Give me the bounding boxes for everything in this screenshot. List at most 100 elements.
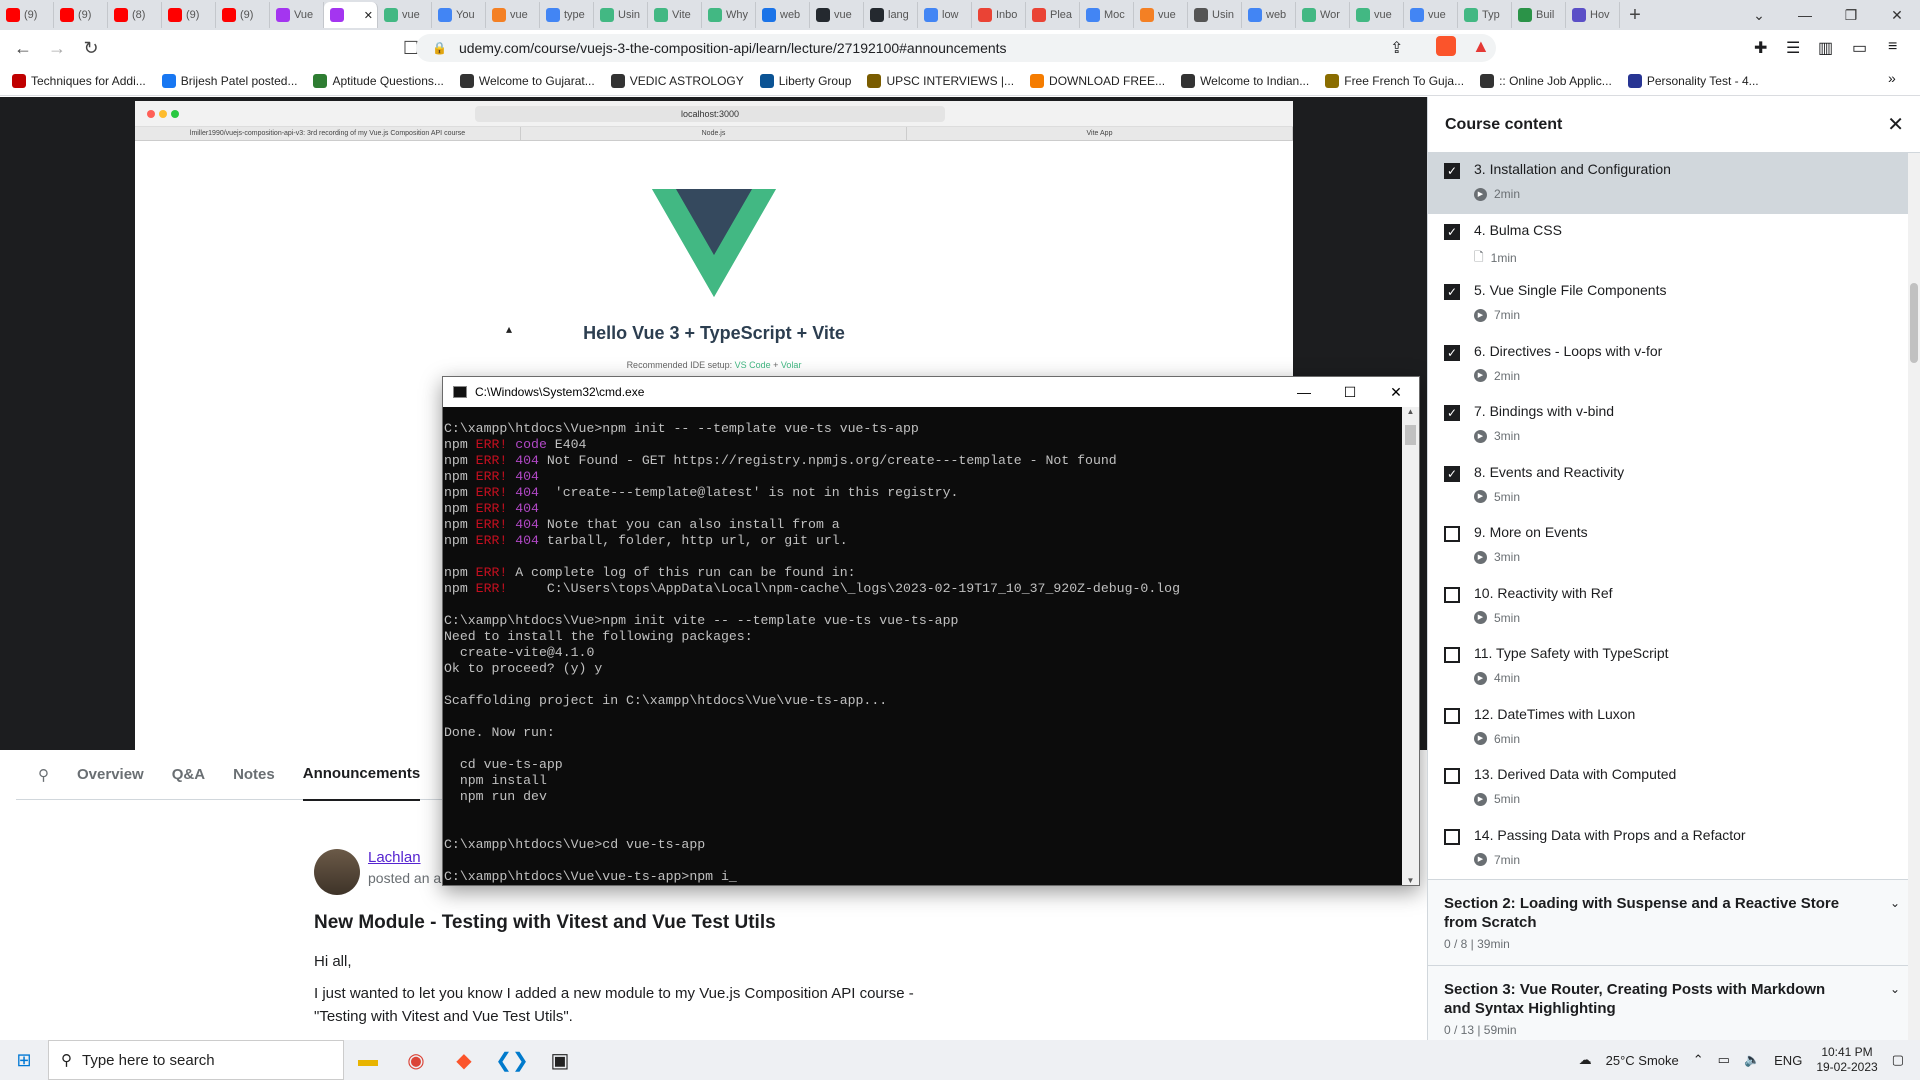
lecture-checkbox[interactable]: ✓ <box>1444 163 1460 179</box>
back-icon[interactable]: ← <box>6 33 40 63</box>
browser-tab[interactable]: lang <box>864 2 918 28</box>
menu-icon[interactable]: ≡ <box>1888 38 1897 56</box>
close-panel-icon[interactable]: ✕ <box>1887 112 1904 137</box>
cmd-titlebar[interactable]: C:\Windows\System32\cmd.exe — ☐ ✕ <box>443 377 1419 407</box>
lecture-checkbox[interactable]: ✓ <box>1444 405 1460 421</box>
browser-tab[interactable]: Why <box>702 2 756 28</box>
chevron-down-icon[interactable]: ⌄ <box>1890 982 1900 996</box>
wallet-icon[interactable]: ▭ <box>1852 38 1867 58</box>
browser-tab[interactable]: web <box>1242 2 1296 28</box>
search-icon[interactable]: ⚲ <box>38 766 49 784</box>
new-tab-button[interactable]: + <box>1620 4 1650 27</box>
lecture-item[interactable]: ✓ 7. Bindings with v-bind ▶ 3min <box>1428 395 1920 456</box>
brave-icon[interactable]: ◆ <box>440 1040 488 1080</box>
browser-tab[interactable]: vue <box>1134 2 1188 28</box>
panel-scrollbar[interactable] <box>1908 153 1920 1041</box>
taskbar-search[interactable]: ⚲ Type here to search <box>48 1040 344 1080</box>
sidebar-icon[interactable]: ▥ <box>1818 38 1833 58</box>
browser-tab[interactable]: vue <box>378 2 432 28</box>
browser-tab[interactable]: low <box>918 2 972 28</box>
extensions-icon[interactable]: ✚ <box>1754 38 1767 58</box>
browser-tab[interactable]: Usin <box>594 2 648 28</box>
browser-tab[interactable]: Vue <box>270 2 324 28</box>
course-section[interactable]: Section 2: Loading with Suspense and a R… <box>1428 879 1920 965</box>
reload-icon[interactable]: ↻ <box>74 33 108 63</box>
course-section[interactable]: Section 3: Vue Router, Creating Posts wi… <box>1428 965 1920 1051</box>
scroll-up-icon[interactable]: ▲ <box>1402 407 1419 416</box>
restore-icon[interactable]: ❐ <box>1828 0 1874 30</box>
language-indicator[interactable]: ENG <box>1774 1053 1802 1068</box>
bookmark-item[interactable]: UPSC INTERVIEWS |... <box>867 73 1014 88</box>
cmd-close-icon[interactable]: ✕ <box>1373 377 1419 407</box>
bookmarks-overflow-icon[interactable]: » <box>1888 70 1896 86</box>
avatar[interactable] <box>314 849 360 895</box>
scroll-down-icon[interactable]: ▼ <box>1402 876 1419 885</box>
bookmark-item[interactable]: Free French To Guja... <box>1325 73 1464 88</box>
tab-overview[interactable]: Overview <box>77 749 144 800</box>
browser-tab[interactable]: vue <box>1404 2 1458 28</box>
cmd-scroll-thumb[interactable] <box>1405 425 1416 445</box>
browser-tab[interactable]: Wor <box>1296 2 1350 28</box>
browser-tab[interactable]: (9) <box>216 2 270 28</box>
bookmark-item[interactable]: Liberty Group <box>759 73 851 88</box>
cmd-maximize-icon[interactable]: ☐ <box>1327 377 1373 407</box>
browser-tab[interactable]: vue <box>1350 2 1404 28</box>
lecture-item[interactable]: 11. Type Safety with TypeScript ▶ 4min <box>1428 637 1920 698</box>
close-icon[interactable]: ✕ <box>1874 0 1920 30</box>
tab-notes[interactable]: Notes <box>233 749 275 800</box>
file-explorer-icon[interactable]: ▬ <box>344 1040 392 1080</box>
browser-tab[interactable]: (9) <box>0 2 54 28</box>
lecture-checkbox[interactable]: ✓ <box>1444 223 1460 240</box>
browser-tab[interactable]: Buil <box>1512 2 1566 28</box>
bookmark-item[interactable]: Welcome to Indian... <box>1181 73 1309 88</box>
brave-shield-icon[interactable] <box>1436 36 1456 56</box>
cmd-minimize-icon[interactable]: — <box>1281 377 1327 407</box>
playlist-icon[interactable]: ☰ <box>1786 38 1800 58</box>
lecture-checkbox[interactable]: ✓ <box>1444 465 1460 482</box>
browser-tab[interactable]: Hov <box>1566 2 1620 28</box>
bookmark-item[interactable]: :: Online Job Applic... <box>1480 73 1612 88</box>
notification-icon[interactable]: ▢ <box>1892 1052 1904 1068</box>
bookmark-item[interactable]: Personality Test - 4... <box>1627 73 1759 88</box>
browser-tab[interactable]: vue <box>486 2 540 28</box>
browser-tab[interactable]: (8) <box>108 2 162 28</box>
browser-tab[interactable]: Vite <box>648 2 702 28</box>
lecture-checkbox[interactable] <box>1444 768 1460 784</box>
bookmark-item[interactable]: VEDIC ASTROLOGY <box>610 73 744 88</box>
volume-icon[interactable]: 🔈 <box>1744 1052 1760 1068</box>
lecture-checkbox[interactable]: ✓ <box>1444 284 1460 300</box>
lecture-item[interactable]: ✓ 4. Bulma CSS 🗋 1min <box>1428 214 1920 275</box>
cmd-output[interactable]: C:\xampp\htdocs\Vue>npm init -- --templa… <box>443 407 1403 885</box>
tray-chevron-icon[interactable]: ⌃ <box>1693 1052 1704 1068</box>
lecture-checkbox[interactable] <box>1444 647 1460 663</box>
tab-close-icon[interactable]: ✕ <box>364 9 373 22</box>
chrome-icon[interactable]: ◉ <box>392 1040 440 1080</box>
browser-tab[interactable]: Inbo <box>972 2 1026 28</box>
browser-tab[interactable]: Moc <box>1080 2 1134 28</box>
bookmark-item[interactable]: Welcome to Gujarat... <box>459 73 595 88</box>
brave-rewards-icon[interactable]: ▲ <box>1472 36 1490 57</box>
tab-qa[interactable]: Q&A <box>172 749 205 800</box>
tab-announcements[interactable]: Announcements <box>302 748 421 801</box>
cmd-window[interactable]: C:\Windows\System32\cmd.exe — ☐ ✕ C:\xam… <box>442 376 1420 886</box>
chevron-down-icon[interactable]: ⌄ <box>1736 0 1782 30</box>
network-icon[interactable]: ▭ <box>1718 1052 1730 1068</box>
browser-tab[interactable]: type <box>540 2 594 28</box>
clock[interactable]: 10:41 PM 19-02-2023 <box>1816 1045 1877 1075</box>
bookmark-item[interactable]: DOWNLOAD FREE... <box>1030 73 1165 88</box>
bookmark-item[interactable]: Aptitude Questions... <box>313 73 444 88</box>
browser-tab[interactable]: ✕ <box>324 2 378 28</box>
address-bar[interactable]: 🔒 udemy.com/course/vuejs-3-the-compositi… <box>416 34 1496 62</box>
lecture-checkbox[interactable]: ✓ <box>1444 344 1460 361</box>
lecture-checkbox[interactable] <box>1444 828 1460 845</box>
lecture-checkbox[interactable] <box>1444 586 1460 603</box>
vscode-icon[interactable]: ❮❯ <box>488 1040 536 1080</box>
lecture-item[interactable]: 9. More on Events ▶ 3min <box>1428 516 1920 577</box>
lecture-item[interactable]: 12. DateTimes with Luxon ▶ 6min <box>1428 698 1920 759</box>
browser-tab[interactable]: (9) <box>162 2 216 28</box>
lecture-checkbox[interactable] <box>1444 707 1460 724</box>
lecture-item[interactable]: 10. Reactivity with Ref ▶ 5min <box>1428 577 1920 638</box>
browser-tab[interactable]: Usin <box>1188 2 1242 28</box>
lecture-item[interactable]: ✓ 6. Directives - Loops with v-for ▶ 2min <box>1428 335 1920 396</box>
chevron-down-icon[interactable]: ⌄ <box>1890 896 1900 910</box>
